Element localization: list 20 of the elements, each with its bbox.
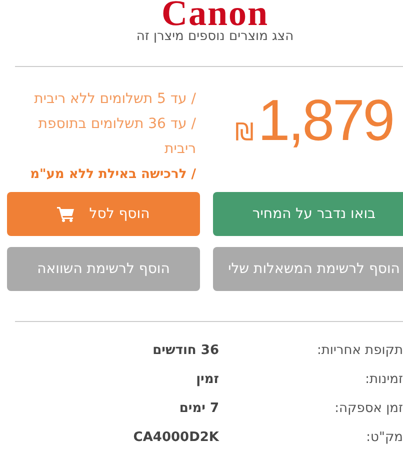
detail-label: זמינות: (364, 372, 403, 387)
detail-label: תקופת אחריות: (316, 343, 403, 358)
detail-value: 36 חודשים (152, 343, 219, 358)
cart-icon (57, 206, 76, 222)
add-to-list-button[interactable]: הוסף לרשימת המשאלות שלי (213, 247, 403, 291)
payment-term: / עד 5 תשלומים ללא ריבית (33, 90, 196, 109)
detail-label: זמן אספקה: (334, 401, 403, 416)
add-to-cart-button[interactable]: הוסף לסל (7, 192, 200, 236)
payment-term: / לרכישה באילת ללא מע"מ (29, 166, 196, 184)
detail-value: זמין (196, 372, 219, 387)
detail-value: CA4000D2K (133, 430, 219, 445)
negotiate-price-button[interactable]: בואו נדבר על המחיר (213, 192, 403, 236)
payment-term: / עד 36 תשלומים בתוספת ריבית (37, 115, 196, 159)
brand-logo[interactable]: Canon (161, 0, 269, 26)
add-to-list-button[interactable]: הוסף לרשימת השוואה (7, 247, 200, 291)
detail-label: מק"ט: (365, 430, 403, 445)
more-products-link[interactable]: הצג מוצרים נוספים מיצרן זה (136, 28, 294, 46)
price-amount: 1,879 (258, 91, 393, 151)
detail-value: 7 ימים (179, 401, 219, 416)
currency-symbol: ₪ (235, 118, 254, 146)
